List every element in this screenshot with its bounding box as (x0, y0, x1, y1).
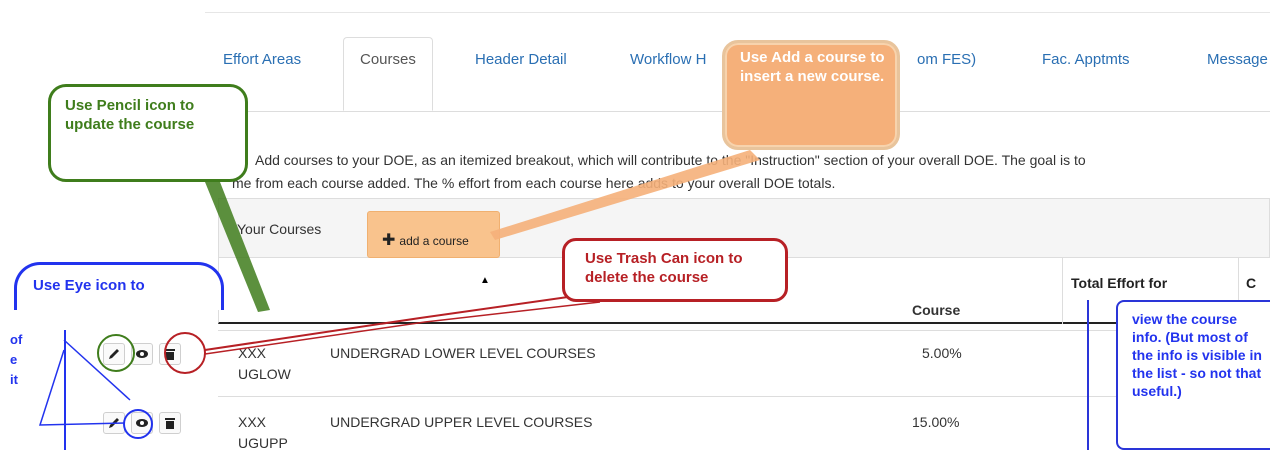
clipped-text: of (10, 332, 23, 347)
clipped-callout: of e it (0, 330, 66, 450)
add-course-callout: Use Add a course to insert a new course. (722, 40, 900, 150)
eye-callout: Use Eye icon to (14, 262, 224, 310)
eye-callout-border (1087, 300, 1115, 450)
clipped-text: e (10, 352, 18, 367)
eye-callout-detail: view the course info. (But most of the i… (1116, 300, 1270, 450)
trash-callout: Use Trash Can icon to delete the course (562, 238, 788, 302)
pencil-callout: Use Pencil icon to update the course (48, 84, 248, 182)
callout-connectors (38, 150, 760, 426)
clipped-text: it (10, 372, 18, 387)
